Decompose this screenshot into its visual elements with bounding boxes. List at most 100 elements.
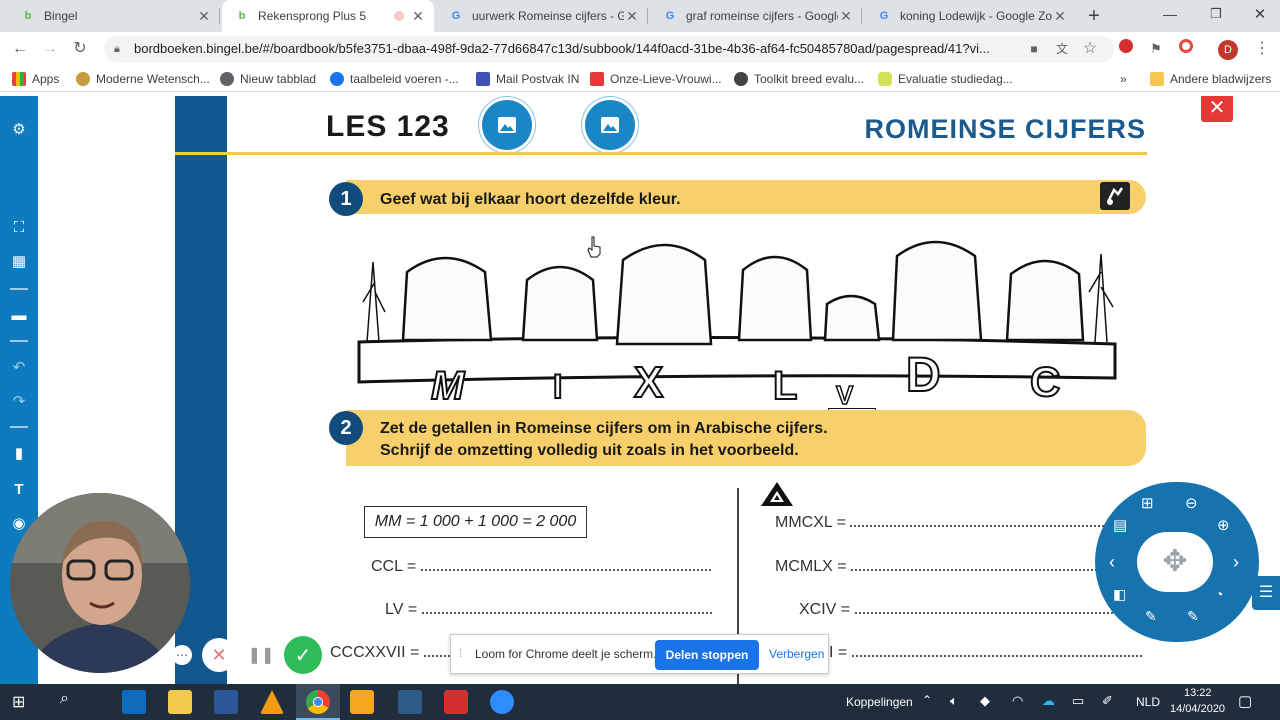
previous-page-icon[interactable]: ‹ bbox=[1109, 552, 1115, 573]
tab-koning[interactable]: G koning Lodewijk - Google Zoek ✕ bbox=[864, 0, 1076, 32]
camera-icon[interactable]: ■ bbox=[1022, 37, 1046, 61]
tab-uurwerk[interactable]: G uurwerk Romeinse cijfers - Goo ✕ bbox=[436, 0, 648, 32]
folder-icon[interactable]: ▬ bbox=[9, 306, 29, 326]
answer-line[interactable] bbox=[854, 602, 1145, 614]
answer-line[interactable] bbox=[851, 645, 1142, 657]
zoom-app-icon[interactable] bbox=[490, 690, 514, 714]
close-tab-icon[interactable]: ✕ bbox=[838, 8, 854, 24]
bookmark-item[interactable]: Toolkit breed evalu... bbox=[734, 70, 864, 88]
reload-icon[interactable]: ↻ bbox=[68, 37, 92, 61]
media-button-2[interactable] bbox=[585, 100, 635, 150]
maximize-window-icon[interactable]: ❐ bbox=[1206, 6, 1226, 22]
volume-icon[interactable]: 🔈︎ bbox=[950, 693, 958, 709]
show-hidden-icons-icon[interactable]: ⌃ bbox=[922, 693, 932, 707]
pause-recording-button[interactable]: ❚❚ bbox=[244, 638, 278, 672]
outlook-icon[interactable] bbox=[122, 690, 146, 714]
settings-gear-icon[interactable]: ⚙ bbox=[9, 120, 29, 140]
network-links-label[interactable]: Koppelingen bbox=[846, 695, 913, 709]
tombstone-letter: D bbox=[905, 348, 942, 403]
chrome-taskbar-active[interactable] bbox=[296, 684, 340, 720]
battery-icon[interactable]: ▭ bbox=[1072, 693, 1084, 709]
media-player-icon[interactable] bbox=[350, 690, 374, 714]
hierarchy-icon[interactable]: ⊞ bbox=[1141, 494, 1154, 512]
hide-banner-button[interactable]: Verbergen bbox=[769, 647, 824, 661]
forward-arrow-icon[interactable]: → bbox=[38, 37, 62, 61]
redo-icon[interactable]: ↷ bbox=[9, 392, 29, 412]
finish-recording-button[interactable]: ✓ bbox=[284, 636, 322, 674]
pdf-reader-icon[interactable] bbox=[444, 690, 468, 714]
clock-date[interactable]: 14/04/2020 bbox=[1170, 703, 1225, 715]
stop-sharing-button[interactable]: Delen stoppen bbox=[655, 640, 759, 670]
close-tab-icon[interactable]: ✕ bbox=[624, 8, 640, 24]
address-bar[interactable]: 🔒︎ bordboeken.bingel.be/#/boardbook/b5fe… bbox=[104, 36, 1114, 62]
library-icon[interactable] bbox=[398, 690, 422, 714]
calendar-clock-icon[interactable]: ▦ bbox=[9, 252, 29, 272]
zoom-in-icon[interactable]: ⊕ bbox=[1217, 516, 1230, 534]
bookmark-folder-other[interactable]: Andere bladwijzers bbox=[1150, 70, 1271, 88]
answer-line[interactable] bbox=[850, 515, 1141, 527]
loom-extension-icon[interactable] bbox=[1174, 37, 1198, 61]
mail-icon bbox=[476, 72, 490, 86]
browser-tab-strip: b Bingel ✕ b Rekensprong Plus 5 ✕ G uurw… bbox=[0, 0, 1280, 32]
bookmark-star-icon[interactable]: ☆ bbox=[1078, 37, 1102, 61]
adblock-extension-icon[interactable] bbox=[1114, 37, 1138, 61]
pen-workspace-icon[interactable]: ✐ bbox=[1102, 693, 1113, 709]
eraser-icon[interactable]: ◧ bbox=[1113, 586, 1126, 603]
dropbox-icon[interactable]: ◆ bbox=[980, 693, 990, 709]
tab-rekensprong[interactable]: b Rekensprong Plus 5 ✕ bbox=[222, 0, 434, 32]
search-icon[interactable]: ⌕ bbox=[60, 690, 69, 708]
word-icon[interactable] bbox=[214, 690, 238, 714]
bookmark-item[interactable]: Nieuw tabblad bbox=[220, 70, 316, 88]
close-tab-icon[interactable]: ✕ bbox=[196, 8, 212, 24]
tab-bingel[interactable]: b Bingel ✕ bbox=[8, 0, 220, 32]
zoom-out-icon[interactable]: ⊖ bbox=[1185, 494, 1198, 512]
tools-icon[interactable]: ◔ bbox=[1215, 586, 1223, 602]
bookmark-item[interactable]: Evaluatie studiedag... bbox=[878, 70, 1013, 88]
answer-line[interactable] bbox=[420, 559, 711, 571]
next-page-icon[interactable]: › bbox=[1233, 552, 1239, 573]
language-indicator[interactable]: NLD bbox=[1136, 695, 1160, 709]
tombstone-letter: V bbox=[835, 379, 854, 411]
tab-graf[interactable]: G graf romeinse cijfers - Google ✕ bbox=[650, 0, 862, 32]
page-icon[interactable]: ▮ bbox=[9, 444, 29, 464]
reader-icon[interactable]: ▤ bbox=[1113, 516, 1127, 534]
webcam-bubble[interactable] bbox=[10, 493, 190, 673]
minimize-window-icon[interactable]: — bbox=[1160, 6, 1180, 22]
drag-handle-icon[interactable]: ⁞ bbox=[459, 646, 462, 660]
close-button[interactable]: ✕ bbox=[1201, 96, 1233, 122]
more-options-icon[interactable]: ⋯ bbox=[172, 645, 192, 665]
translate-icon[interactable]: 文 bbox=[1050, 37, 1074, 61]
bookmark-item[interactable]: Mail Postvak IN bbox=[476, 70, 579, 88]
bookmark-item[interactable]: taalbeleid voeren -... bbox=[330, 70, 459, 88]
new-tab-button[interactable]: + bbox=[1082, 4, 1106, 28]
bookmark-item[interactable]: Onze-Lieve-Vrouwi... bbox=[590, 70, 722, 88]
pen-icon[interactable]: ✎ bbox=[1145, 608, 1157, 625]
google-icon: G bbox=[451, 10, 461, 22]
close-tab-icon[interactable]: ✕ bbox=[410, 8, 426, 24]
windows-taskbar: ⊞ ⌕ Koppelingen ⌃ 🔈︎ ◆ ◠ ☁ ▭ ✐ NLD 13:22… bbox=[0, 684, 1280, 720]
extension-icon[interactable]: ⚑ bbox=[1144, 37, 1168, 61]
media-button-1[interactable] bbox=[482, 100, 532, 150]
close-window-icon[interactable]: ✕ bbox=[1250, 5, 1270, 23]
back-arrow-icon[interactable]: ← bbox=[8, 37, 32, 61]
pan-move-icon[interactable]: ✥ bbox=[1137, 532, 1213, 592]
text-tool-icon[interactable]: T bbox=[9, 480, 29, 500]
bookmark-item[interactable]: Moderne Wetensch... bbox=[76, 70, 210, 88]
menu-kebab-icon[interactable]: ⋮ bbox=[1250, 37, 1274, 61]
onedrive-icon[interactable]: ☁ bbox=[1042, 693, 1055, 709]
close-tab-icon[interactable]: ✕ bbox=[1052, 8, 1068, 24]
more-bookmarks-chevron-icon[interactable]: » bbox=[1120, 70, 1127, 88]
windows-start-icon[interactable]: ⊞ bbox=[12, 692, 25, 712]
answer-line[interactable] bbox=[421, 602, 712, 614]
undo-icon[interactable]: ↶ bbox=[9, 358, 29, 378]
highlighter-icon[interactable]: ✎ bbox=[1187, 608, 1199, 625]
bookmark-apps[interactable]: Apps bbox=[12, 70, 59, 88]
cancel-recording-button[interactable]: ✕ bbox=[202, 638, 236, 672]
wifi-icon[interactable]: ◠ bbox=[1012, 693, 1023, 709]
notifications-icon[interactable]: ▢ bbox=[1238, 692, 1252, 710]
fullscreen-icon[interactable]: ⛶ bbox=[9, 218, 29, 238]
clock-time[interactable]: 13:22 bbox=[1184, 687, 1212, 699]
file-explorer-icon[interactable] bbox=[168, 690, 192, 714]
vlc-icon[interactable] bbox=[260, 690, 284, 714]
profile-avatar[interactable]: D bbox=[1216, 37, 1240, 61]
